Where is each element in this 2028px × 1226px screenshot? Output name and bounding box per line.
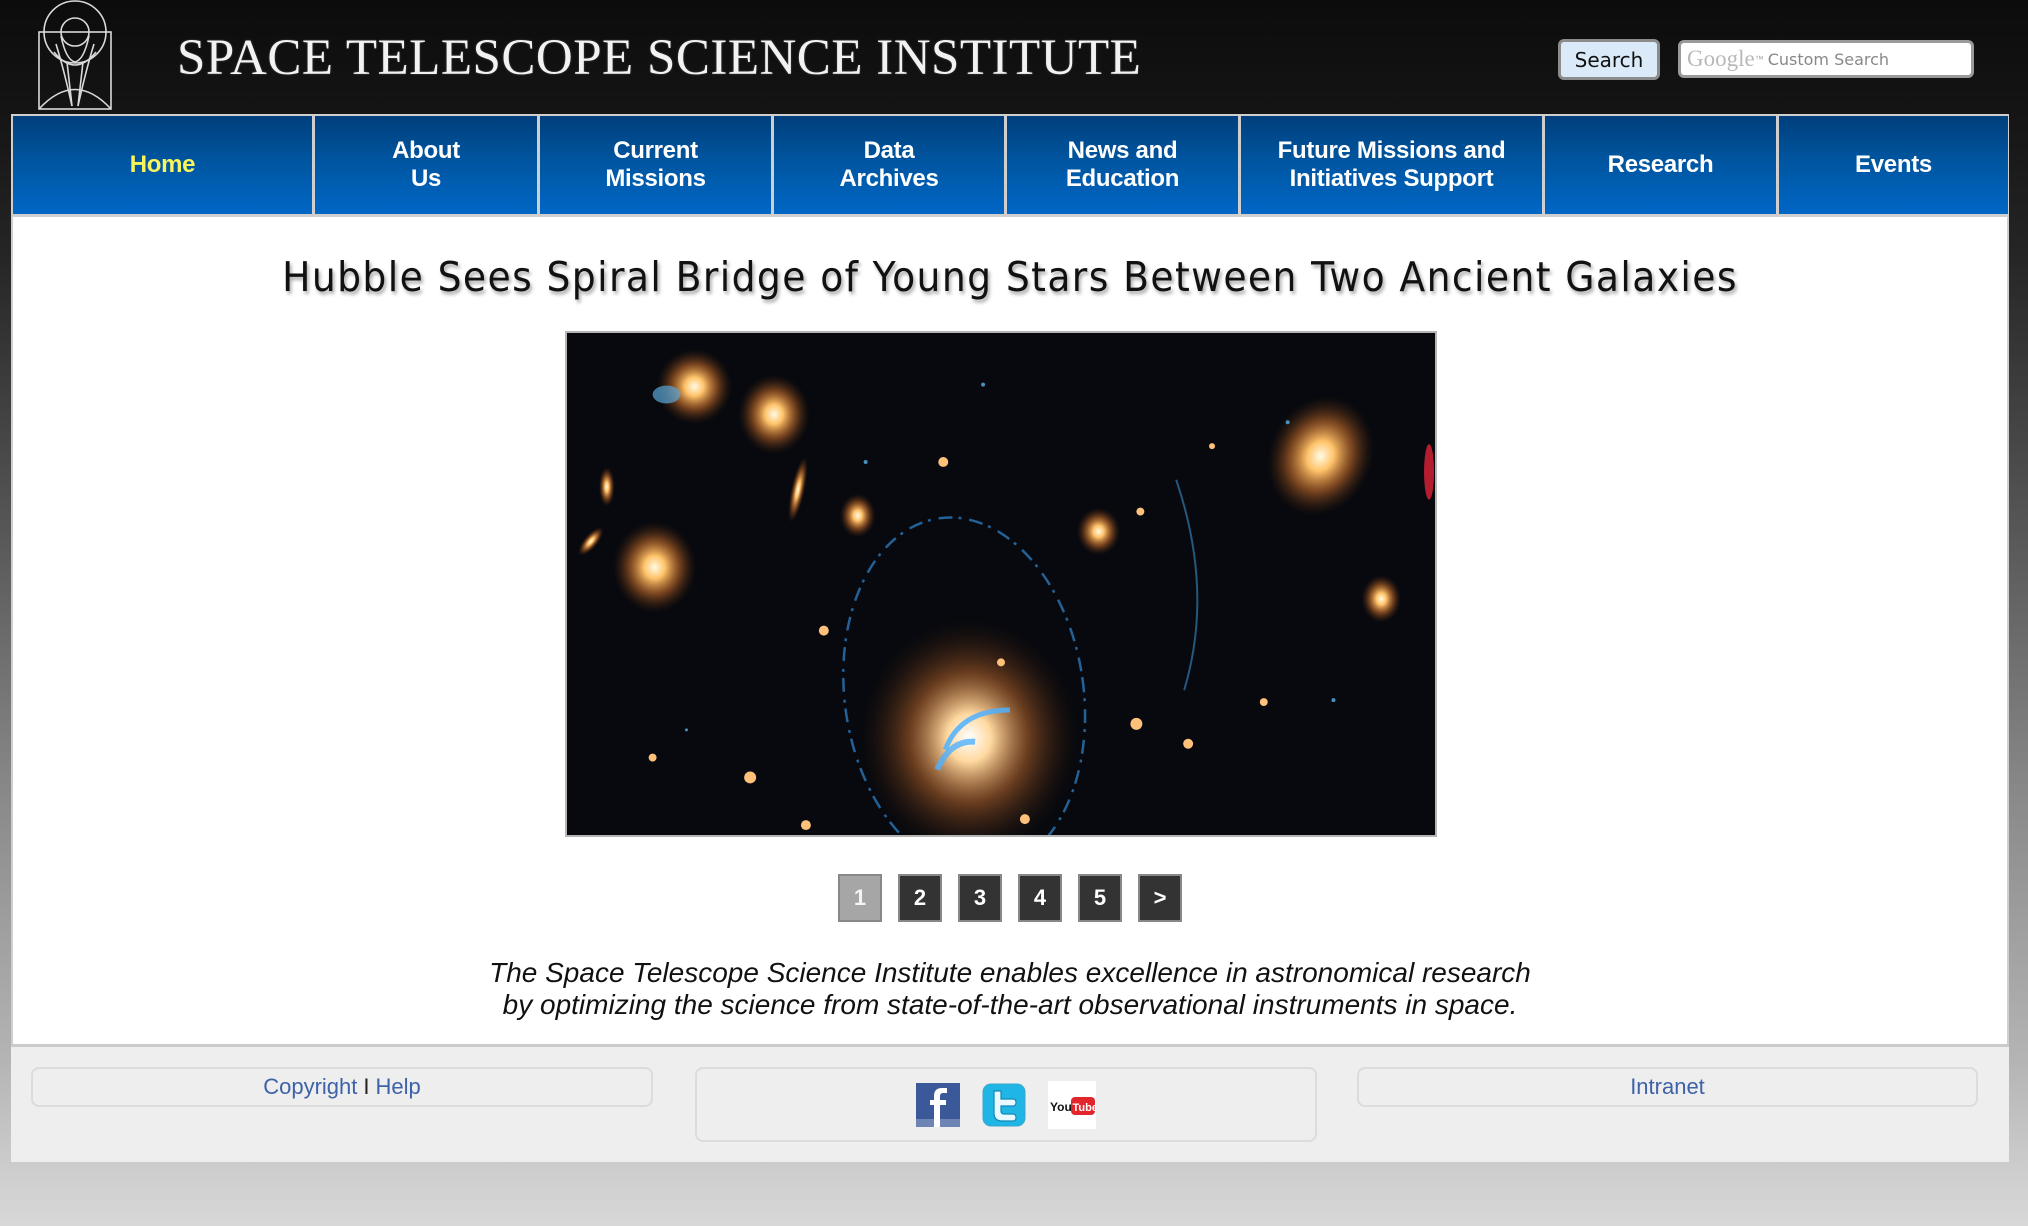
feature-image[interactable]	[565, 331, 1437, 837]
page-button-4[interactable]: 4	[1018, 874, 1062, 922]
nav-item-future-missions[interactable]: Future Missions and Initiatives Support	[1241, 116, 1542, 214]
stsci-logo-icon[interactable]	[36, 0, 114, 111]
slideshow-pager: 1 2 3 4 5 >	[838, 874, 1182, 922]
nav-item-news-education[interactable]: News and Education	[1007, 116, 1238, 214]
page-button-2[interactable]: 2	[898, 874, 942, 922]
nav-item-about-us[interactable]: About Us	[315, 116, 537, 214]
intranet-box: Intranet	[1357, 1067, 1978, 1107]
galaxy-cluster-image	[567, 333, 1435, 835]
search-input[interactable]: Google ™ Custom Search	[1678, 40, 1974, 78]
help-link[interactable]: Help	[376, 1074, 421, 1100]
intranet-link[interactable]: Intranet	[1630, 1074, 1705, 1100]
page-button-5[interactable]: 5	[1078, 874, 1122, 922]
copyright-link[interactable]: Copyright	[263, 1074, 357, 1100]
main-nav: Home About Us Current Missions Data Arch…	[11, 114, 2009, 217]
next-page-button[interactable]: >	[1138, 874, 1182, 922]
facebook-icon[interactable]	[916, 1082, 960, 1127]
mission-line-2: by optimizing the science from state-of-…	[502, 989, 1518, 1020]
google-watermark: Google	[1687, 46, 1755, 71]
youtube-tube-text: Tube	[1073, 1102, 1097, 1114]
trademark-symbol: ™	[1754, 54, 1764, 64]
link-separator: I	[363, 1074, 370, 1099]
nav-item-events[interactable]: Events	[1779, 116, 2008, 214]
footer: Copyright I Help You Tube Intranet	[11, 1044, 2009, 1162]
nav-item-research[interactable]: Research	[1545, 116, 1776, 214]
page-button-3[interactable]: 3	[958, 874, 1002, 922]
nav-item-current-missions[interactable]: Current Missions	[540, 116, 771, 214]
nav-item-data-archives[interactable]: Data Archives	[774, 116, 1004, 214]
youtube-icon[interactable]: You Tube	[1048, 1080, 1097, 1129]
youtube-you-text: You	[1050, 1100, 1072, 1114]
mission-line-1: The Space Telescope Science Institute en…	[489, 957, 1531, 988]
footer-links-box: Copyright I Help	[31, 1067, 653, 1107]
twitter-icon[interactable]	[982, 1083, 1026, 1127]
main-content: Hubble Sees Spiral Bridge of Young Stars…	[11, 217, 2009, 1044]
search-button[interactable]: Search	[1558, 39, 1660, 80]
search-placeholder: Custom Search	[1767, 49, 1890, 69]
mission-statement: The Space Telescope Science Institute en…	[13, 957, 2007, 1021]
site-title: SPACE TELESCOPE SCIENCE INSTITUTE	[177, 30, 1142, 86]
social-links-box: You Tube	[695, 1067, 1317, 1142]
page-button-1[interactable]: 1	[838, 874, 882, 922]
feature-headline[interactable]: Hubble Sees Spiral Bridge of Young Stars…	[93, 253, 1927, 301]
nav-item-home[interactable]: Home	[13, 116, 312, 214]
